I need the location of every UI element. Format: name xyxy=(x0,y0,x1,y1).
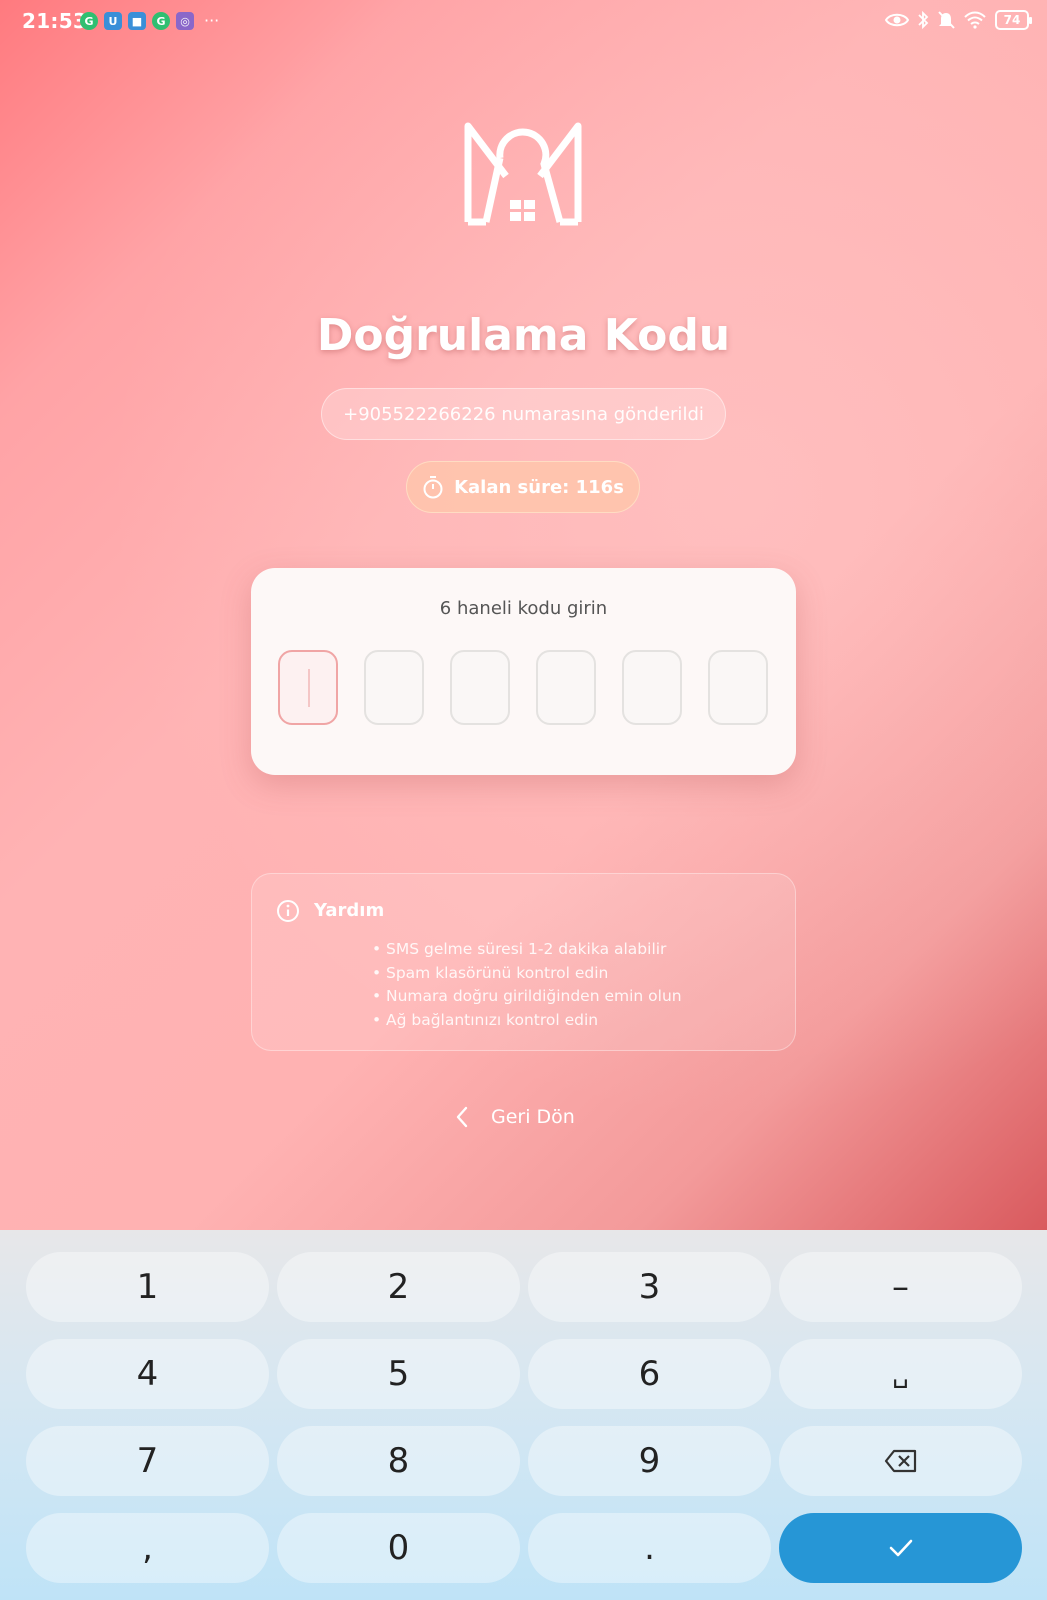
wifi-icon xyxy=(964,11,986,29)
code-digit-1[interactable] xyxy=(278,650,338,725)
key-period[interactable]: . xyxy=(528,1513,771,1583)
app-notification-icon: U xyxy=(104,12,122,30)
key-2[interactable]: 2 xyxy=(277,1252,520,1322)
status-time: 21:53 xyxy=(22,9,88,33)
battery-indicator: 74 xyxy=(995,10,1032,30)
back-button[interactable]: Geri Dön xyxy=(455,1102,575,1132)
code-digit-2[interactable] xyxy=(364,650,424,725)
code-entry-card: 6 haneli kodu girin xyxy=(251,568,796,775)
game-icon: ◎ xyxy=(176,12,194,30)
mute-bell-icon xyxy=(938,11,955,29)
phone-sent-text: +905522266226 numarasına gönderildi xyxy=(343,403,704,425)
message-icon: ■ xyxy=(128,12,146,30)
countdown-timer: Kalan süre: 116s xyxy=(406,461,640,513)
key-confirm[interactable] xyxy=(779,1513,1022,1583)
help-card: Yardım SMS gelme süresi 1-2 dakika alabi… xyxy=(251,873,796,1051)
system-icons: 74 xyxy=(885,10,1032,30)
help-list: SMS gelme süresi 1-2 dakika alabilir Spa… xyxy=(372,938,772,1032)
more-notifications-icon: ··· xyxy=(204,11,220,30)
status-bar: 21:53 G U ■ G ◎ ··· 74 xyxy=(0,0,1047,44)
help-item: Ağ bağlantınızı kontrol edin xyxy=(372,1009,772,1033)
grammarly-icon-2: G xyxy=(152,12,170,30)
code-entry-label: 6 haneli kodu girin xyxy=(439,598,608,619)
code-digit-6[interactable] xyxy=(708,650,768,725)
help-item: SMS gelme süresi 1-2 dakika alabilir xyxy=(372,938,772,962)
bluetooth-icon xyxy=(918,10,929,30)
key-0[interactable]: 0 xyxy=(277,1513,520,1583)
key-3[interactable]: 3 xyxy=(528,1252,771,1322)
key-4[interactable]: 4 xyxy=(26,1339,269,1409)
info-icon xyxy=(277,900,299,922)
code-digit-3[interactable] xyxy=(450,650,510,725)
code-digit-5[interactable] xyxy=(622,650,682,725)
backspace-icon xyxy=(884,1449,916,1473)
back-button-label: Geri Dön xyxy=(491,1106,575,1128)
stopwatch-icon xyxy=(423,476,443,499)
help-item: Numara doğru girildiğinden emin olun xyxy=(372,985,772,1009)
brand-logo xyxy=(464,122,582,226)
code-digit-4[interactable] xyxy=(536,650,596,725)
checkmark-icon xyxy=(889,1539,912,1557)
eye-icon xyxy=(885,13,909,27)
grammarly-icon: G xyxy=(80,12,98,30)
key-space[interactable]: ␣ xyxy=(779,1339,1022,1409)
key-9[interactable]: 9 xyxy=(528,1426,771,1496)
key-1[interactable]: 1 xyxy=(26,1252,269,1322)
numeric-keyboard: 1 2 3 – 4 5 6 ␣ 7 8 9 , 0 . xyxy=(0,1230,1047,1600)
key-backspace[interactable] xyxy=(779,1426,1022,1496)
code-input-group xyxy=(278,650,768,725)
key-comma[interactable]: , xyxy=(26,1513,269,1583)
key-minus[interactable]: – xyxy=(779,1252,1022,1322)
key-7[interactable]: 7 xyxy=(26,1426,269,1496)
chevron-left-icon xyxy=(456,1106,468,1128)
phone-sent-message: +905522266226 numarasına gönderildi xyxy=(321,388,726,440)
help-title: Yardım xyxy=(314,900,385,921)
text-caret xyxy=(308,669,310,707)
key-5[interactable]: 5 xyxy=(277,1339,520,1409)
keyboard-keys: 1 2 3 – 4 5 6 ␣ 7 8 9 , 0 . xyxy=(26,1252,1022,1583)
timer-text: Kalan süre: 116s xyxy=(454,476,624,498)
key-6[interactable]: 6 xyxy=(528,1339,771,1409)
help-item: Spam klasörünü kontrol edin xyxy=(372,962,772,986)
page-title: Doğrulama Kodu xyxy=(316,310,731,361)
notification-icons: G U ■ G ◎ ··· xyxy=(80,12,219,30)
key-8[interactable]: 8 xyxy=(277,1426,520,1496)
